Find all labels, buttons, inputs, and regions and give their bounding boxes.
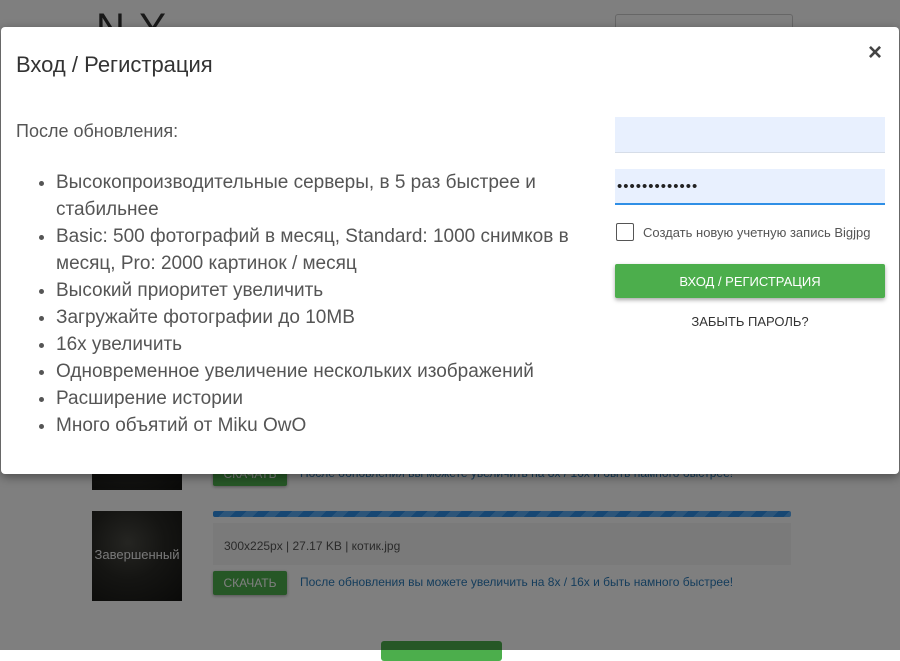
feature-list: Высокопроизводительные серверы, в 5 раз … [16,169,616,439]
password-field[interactable] [615,169,885,205]
feature-item: Одновременное увеличение нескольких изоб… [56,358,616,385]
create-account-checkbox[interactable] [616,223,634,241]
login-register-button[interactable]: ВХОД / РЕГИСТРАЦИЯ [615,264,885,298]
login-modal: Вход / Регистрация × После обновления: В… [1,27,899,474]
feature-item: Расширение истории [56,385,616,412]
email-field[interactable] [615,117,885,153]
modal-title: Вход / Регистрация [16,52,213,77]
feature-item: 16x увеличить [56,331,616,358]
create-account-label[interactable]: Создать новую учетную запись Bigjpg [643,225,871,240]
feature-item: Высокопроизводительные серверы, в 5 раз … [56,169,616,223]
feature-item: Много объятий от Miku OwO [56,412,616,439]
feature-item: Basic: 500 фотографий в месяц, Standard:… [56,223,616,277]
intro-text: После обновления: [16,121,179,141]
feature-item: Высокий приоритет увеличить [56,277,616,304]
close-icon[interactable]: × [863,39,887,67]
feature-item: Загружайте фотографии до 10MB [56,304,616,331]
forgot-password-link[interactable]: ЗАБЫТЬ ПАРОЛЬ? [615,314,885,329]
